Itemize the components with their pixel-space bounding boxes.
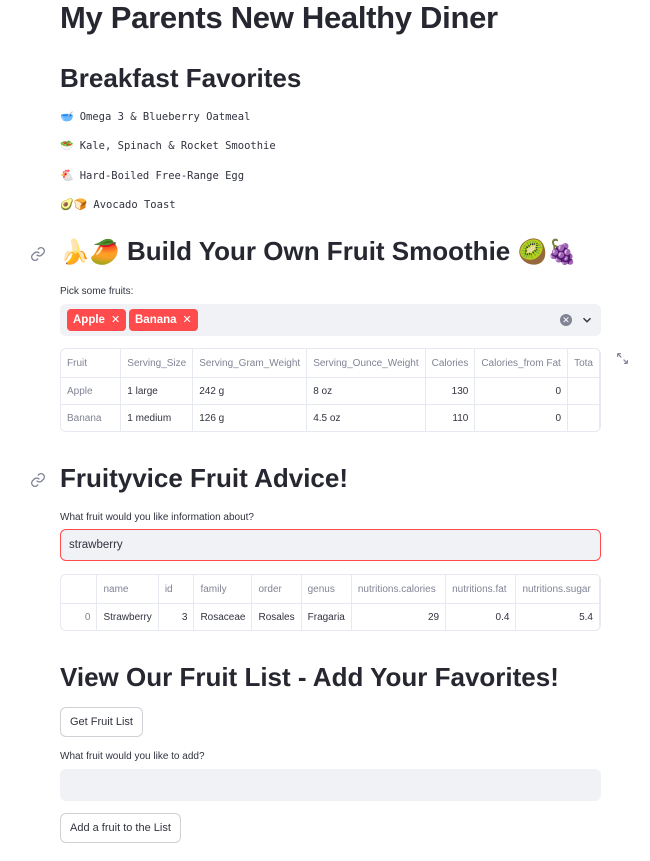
table-header-row: name id family order genus nutritions.ca… [61, 575, 600, 604]
add-fruit-button[interactable]: Add a fruit to the List [60, 813, 181, 843]
table-header-row: Fruit Serving_Size Serving_Gram_Weight S… [61, 349, 600, 378]
salad-icon: 🥗 [60, 139, 74, 152]
kiwi-grapes-icon: 🥝🍇 [517, 238, 578, 266]
column-header[interactable]: family [193, 575, 253, 604]
table-cell[interactable]: 1 large [120, 377, 194, 405]
menu-item-text: Hard-Boiled Free-Range Egg [79, 170, 245, 182]
table-row: Apple 1 large 242 g 8 oz 130 0 [61, 377, 600, 405]
table-cell[interactable]: Rosales [251, 603, 302, 630]
fruit-advice-input[interactable]: strawberry [60, 529, 601, 561]
table-cell[interactable]: 110 [425, 404, 476, 431]
table-cell[interactable]: 8 oz [306, 377, 426, 405]
column-header[interactable]: nutritions.fat [445, 575, 517, 604]
column-header[interactable]: id [158, 575, 195, 604]
column-header[interactable]: nutritions.sugar [515, 575, 600, 604]
page-title: My Parents New Healthy Diner [60, 0, 498, 35]
table-cell[interactable]: 242 g [192, 377, 308, 405]
oatmeal-bowl-icon: 🥣 [60, 110, 74, 123]
table-cell[interactable]: Banana [61, 404, 122, 431]
column-header[interactable]: order [251, 575, 302, 604]
table-cell[interactable]: Fragaria [301, 603, 352, 630]
column-header[interactable]: Serving_Size [120, 349, 194, 378]
table-cell[interactable] [567, 377, 600, 405]
smoothie-heading-text: Build Your Own Fruit Smoothie [127, 236, 511, 266]
selected-fruit-tag: Apple ✕ [67, 309, 127, 331]
table-cell[interactable]: Strawberry [96, 603, 159, 630]
advice-heading: Fruityvice Fruit Advice! [60, 463, 348, 493]
menu-item-text: Avocado Toast [93, 199, 176, 211]
table-cell[interactable]: 1 medium [120, 404, 194, 431]
remove-tag-icon[interactable]: ✕ [111, 314, 120, 326]
menu-item: 🥣 Omega 3 & Blueberry Oatmeal [60, 110, 250, 123]
table-cell[interactable]: 4.5 oz [306, 404, 426, 431]
table-cell[interactable] [567, 404, 600, 431]
table-cell[interactable]: 130 [425, 377, 476, 405]
table-cell[interactable]: 3 [158, 603, 195, 630]
column-header[interactable]: name [96, 575, 159, 604]
link-icon[interactable] [30, 472, 46, 488]
column-header[interactable]: Calories [425, 349, 476, 378]
table-cell[interactable]: Apple [61, 377, 122, 405]
menu-item: 🐔 Hard-Boiled Free-Range Egg [60, 169, 244, 182]
column-header[interactable] [61, 575, 98, 604]
column-header[interactable]: Calories_from Fat [474, 349, 569, 378]
fruit-picker-label: Pick some fruits: [60, 286, 134, 297]
fruit-advice-table[interactable]: name id family order genus nutritions.ca… [60, 574, 601, 631]
table-cell[interactable]: 0.4 [445, 603, 517, 630]
column-header[interactable]: genus [301, 575, 352, 604]
column-header[interactable]: Serving_Ounce_Weight [306, 349, 426, 378]
chicken-icon: 🐔 [60, 169, 74, 182]
breakfast-heading: Breakfast Favorites [60, 63, 302, 93]
column-header[interactable]: Fruit [61, 349, 122, 378]
smoothie-heading: 🍌🥭 Build Your Own Fruit Smoothie 🥝🍇 [60, 236, 577, 267]
row-index[interactable]: 0 [61, 603, 98, 630]
menu-item: 🥑🍞 Avocado Toast [60, 198, 176, 211]
table-row: 0 Strawberry 3 Rosaceae Rosales Fragaria… [61, 603, 600, 630]
chevron-down-icon[interactable] [580, 313, 594, 327]
clear-all-icon[interactable]: ✕ [560, 314, 572, 326]
selected-fruit-tag: Banana ✕ [129, 309, 198, 331]
table-cell[interactable]: 29 [351, 603, 447, 630]
column-header[interactable]: Tota [567, 349, 600, 378]
menu-item: 🥗 Kale, Spinach & Rocket Smoothie [60, 139, 276, 152]
column-header[interactable]: Serving_Gram_Weight [192, 349, 308, 378]
get-fruit-list-button[interactable]: Get Fruit List [60, 707, 143, 737]
advice-input-label: What fruit would you like information ab… [60, 512, 254, 523]
add-fruit-label: What fruit would you like to add? [60, 751, 205, 762]
avocado-bread-icon: 🥑🍞 [60, 198, 88, 211]
menu-item-text: Omega 3 & Blueberry Oatmeal [79, 111, 251, 123]
tag-label: Banana [135, 314, 177, 326]
table-cell[interactable]: 0 [474, 377, 569, 405]
remove-tag-icon[interactable]: ✕ [183, 314, 192, 326]
table-cell[interactable]: 126 g [192, 404, 308, 431]
fullscreen-icon[interactable] [616, 352, 629, 365]
table-cell[interactable]: 5.4 [515, 603, 600, 630]
banana-mango-icon: 🍌🥭 [60, 238, 120, 266]
add-fruit-input[interactable] [60, 769, 601, 801]
table-cell[interactable]: 0 [474, 404, 569, 431]
nutrition-table[interactable]: Fruit Serving_Size Serving_Gram_Weight S… [60, 348, 601, 432]
column-header[interactable]: nutritions.calories [351, 575, 447, 604]
menu-item-text: Kale, Spinach & Rocket Smoothie [79, 140, 276, 152]
fruit-list-heading: View Our Fruit List - Add Your Favorites… [60, 662, 559, 692]
fruit-multiselect[interactable]: Apple ✕ Banana ✕ ✕ [60, 304, 601, 336]
link-icon[interactable] [30, 246, 46, 262]
tag-label: Apple [73, 314, 105, 326]
table-cell[interactable]: Rosaceae [193, 603, 253, 630]
table-row: Banana 1 medium 126 g 4.5 oz 110 0 [61, 404, 600, 431]
